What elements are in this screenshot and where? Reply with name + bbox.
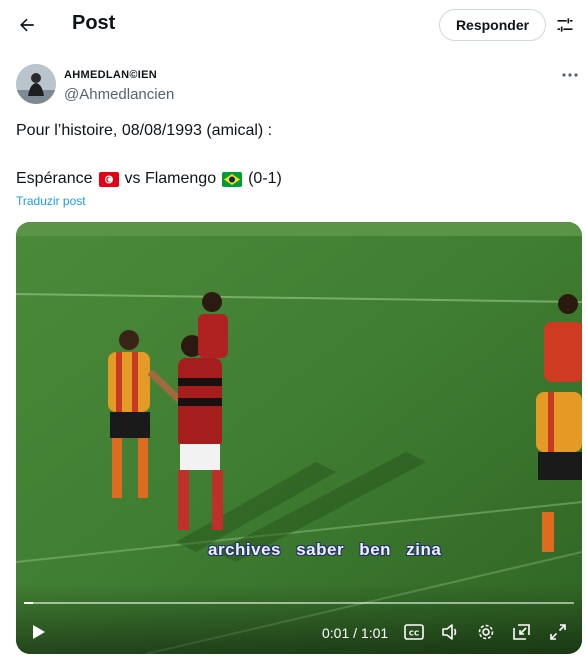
reply-button[interactable]: Responder xyxy=(439,9,546,41)
team-home: Espérance xyxy=(16,170,93,187)
play-button[interactable] xyxy=(26,620,50,644)
sliders-icon xyxy=(557,18,573,32)
display-name[interactable]: AHMEDLAN©IEN xyxy=(64,69,157,81)
arrow-left-icon xyxy=(20,18,34,32)
gear-icon xyxy=(478,624,494,640)
svg-text:CC: CC xyxy=(409,630,419,638)
page-title: Post xyxy=(72,12,116,34)
handle[interactable]: @Ahmedlancien xyxy=(64,86,174,103)
sliders-icon-button[interactable] xyxy=(550,10,580,40)
more-horizontal-icon xyxy=(562,73,578,77)
video-watermark: archives saber ben zina xyxy=(208,540,442,559)
dock-icon xyxy=(513,624,530,640)
post-author: AHMEDLAN©IEN @Ahmedlancien xyxy=(16,64,578,108)
volume-icon xyxy=(442,624,457,640)
play-icon xyxy=(33,625,45,639)
brazil-flag-icon xyxy=(222,171,243,187)
captions-button[interactable]: CC xyxy=(402,620,426,644)
tweet-match-line: Espérance vs Flamengo (0-1) xyxy=(16,169,282,189)
captions-icon: CC xyxy=(404,624,424,640)
score: (0-1) xyxy=(248,170,282,187)
back-button[interactable] xyxy=(10,8,44,42)
more-options-button[interactable] xyxy=(556,64,584,86)
progress-bar[interactable] xyxy=(24,602,574,604)
tweet-text-line: Pour l’histoire, 08/08/1993 (amical) : xyxy=(16,122,273,139)
team-away: vs Flamengo xyxy=(124,170,217,187)
expand-icon xyxy=(550,624,566,640)
top-bar: Post Responder xyxy=(0,0,586,52)
fullscreen-button[interactable] xyxy=(546,620,570,644)
video-player[interactable]: archives saber ben zina 0:01 / 1:01 CC xyxy=(16,222,582,654)
tunisia-flag-icon xyxy=(98,171,119,187)
picture-in-picture-button[interactable] xyxy=(510,620,534,644)
avatar[interactable] xyxy=(16,64,56,104)
settings-button[interactable] xyxy=(474,620,498,644)
volume-button[interactable] xyxy=(438,620,462,644)
time-display: 0:01 / 1:01 xyxy=(322,625,389,641)
translate-post-link[interactable]: Traduzir post xyxy=(16,194,86,208)
progress-fill xyxy=(24,602,33,604)
